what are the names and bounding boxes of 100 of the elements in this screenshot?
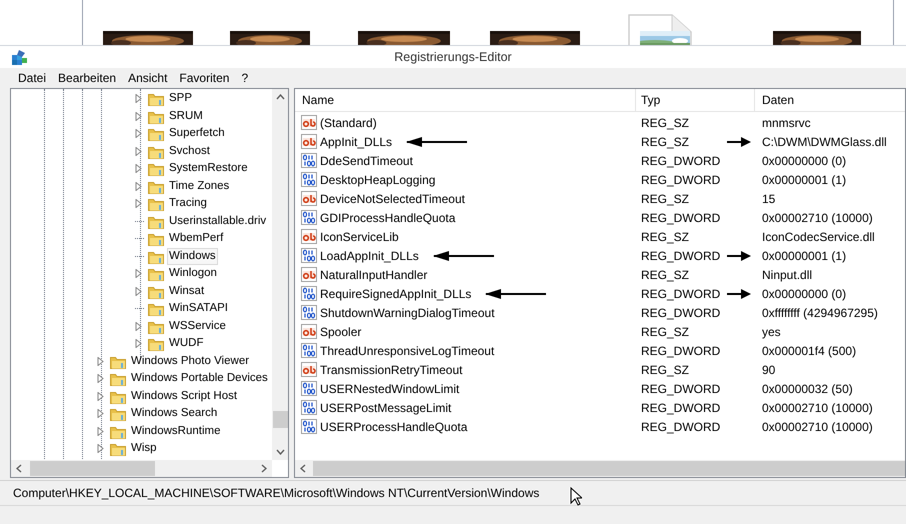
value-name[interactable]: USERNestedWindowLimit <box>320 380 460 398</box>
tree-item[interactable]: WbemPerf <box>167 230 226 248</box>
value-name[interactable]: AppInit_DLLs <box>320 132 392 150</box>
folder-icon <box>110 406 126 422</box>
value-name[interactable]: IconServiceLib <box>320 228 399 246</box>
value-name[interactable]: RequireSignedAppInit_DLLs <box>320 284 472 302</box>
tree-item[interactable]: Time Zones <box>167 178 232 195</box>
expand-icon[interactable] <box>135 182 142 191</box>
folder-icon <box>148 266 164 282</box>
expand-icon[interactable] <box>135 164 142 174</box>
value-name[interactable]: USERProcessHandleQuota <box>320 418 468 436</box>
binary-value-icon <box>301 210 317 225</box>
menu-item[interactable]: Favoriten <box>173 69 236 87</box>
value-type: REG_SZ <box>641 230 690 244</box>
tree-item[interactable]: Wisp <box>129 440 159 458</box>
menu-item[interactable]: Bearbeiten <box>52 69 122 87</box>
binary-value-icon <box>301 305 317 320</box>
tree-item[interactable]: WindowsRuntime <box>129 422 222 440</box>
tree-item[interactable]: Windows Script Host <box>129 388 240 405</box>
value-type: REG_DWORD <box>641 286 720 300</box>
scroll-left-icon[interactable] <box>300 464 306 473</box>
column-header[interactable]: Daten <box>755 89 905 111</box>
value-name[interactable]: ShutdownWarningDialogTimeout <box>320 304 495 322</box>
tree-item[interactable]: Windows Photo Viewer <box>129 352 252 370</box>
scroll-thumb[interactable] <box>273 411 288 428</box>
string-value-icon <box>301 191 317 206</box>
expand-icon[interactable] <box>97 356 104 366</box>
value-name[interactable]: LoadAppInit_DLLs <box>320 246 419 264</box>
value-type: REG_SZ <box>641 192 690 206</box>
folder-icon <box>110 441 126 456</box>
value-data: 0x00000000 (0) <box>762 152 846 170</box>
tree-item[interactable]: Tracing <box>167 195 209 212</box>
tree-item[interactable]: Windows Portable Devices <box>129 370 270 388</box>
scroll-right-icon[interactable] <box>261 464 267 473</box>
tree-item[interactable]: SRUM <box>167 108 205 125</box>
value-name[interactable]: NaturalInputHandler <box>320 266 428 284</box>
tree-item[interactable]: SystemRestore <box>167 160 250 178</box>
string-value-icon <box>301 324 317 339</box>
expand-icon[interactable] <box>135 94 142 104</box>
tree-item[interactable]: Superfetch <box>167 125 227 142</box>
expand-icon[interactable] <box>97 426 104 436</box>
tree-item[interactable]: Svchost <box>167 142 212 160</box>
expand-icon[interactable] <box>135 112 142 121</box>
menu-item[interactable]: Datei <box>12 69 52 87</box>
value-name[interactable]: DdeSendTimeout <box>320 152 413 170</box>
column-header[interactable]: Name <box>295 89 636 111</box>
value-data: yes <box>762 324 781 340</box>
tree-item[interactable]: SPP <box>167 90 194 108</box>
value-data: 0x00002710 (10000) <box>762 400 873 416</box>
tree-item[interactable]: WUDF <box>167 335 206 352</box>
tree-item[interactable]: Windows <box>167 248 218 265</box>
expand-icon[interactable] <box>97 392 104 401</box>
scroll-left-icon[interactable] <box>16 464 22 473</box>
value-name[interactable]: USERPostMessageLimit <box>320 398 452 416</box>
scroll-thumb[interactable] <box>313 461 905 476</box>
expand-icon[interactable] <box>135 339 142 348</box>
value-name[interactable]: (Standard) <box>320 114 377 132</box>
registry-editor-icon <box>11 49 28 65</box>
scroll-up-icon[interactable] <box>276 94 285 100</box>
scroll-down-icon[interactable] <box>276 449 285 455</box>
value-type: REG_DWORD <box>641 344 720 358</box>
value-name[interactable]: ThreadUnresponsiveLogTimeout <box>320 342 494 360</box>
value-type: REG_DWORD <box>641 210 720 224</box>
value-name[interactable]: Spooler <box>320 322 362 340</box>
value-type: REG_SZ <box>641 116 690 130</box>
binary-value-icon <box>301 286 317 301</box>
tree-item[interactable]: WSService <box>167 318 228 335</box>
tree-item[interactable]: Winsat <box>167 282 206 300</box>
column-header[interactable]: Typ <box>636 89 755 111</box>
vertical-scrollbar[interactable] <box>272 89 288 460</box>
expand-icon[interactable] <box>135 129 142 138</box>
tree-item[interactable]: Userinstallable.driv <box>167 212 268 230</box>
expand-icon[interactable] <box>135 322 142 331</box>
value-data: mnmsrvc <box>762 114 811 132</box>
tree-item[interactable]: Windows Search <box>129 405 220 422</box>
value-type: REG_DWORD <box>641 420 720 434</box>
expand-icon[interactable] <box>135 146 142 156</box>
value-name[interactable]: DesktopHeapLogging <box>320 170 436 188</box>
folder-icon <box>148 196 164 212</box>
expand-icon[interactable] <box>135 286 142 296</box>
value-name[interactable]: DeviceNotSelectedTimeout <box>320 190 465 208</box>
tree-item[interactable]: Winlogon <box>167 265 219 282</box>
menu-item[interactable]: ? <box>235 69 254 87</box>
menu-item[interactable]: Ansicht <box>122 69 174 87</box>
value-data: 90 <box>762 362 776 378</box>
expand-icon[interactable] <box>135 199 142 208</box>
value-name[interactable]: GDIProcessHandleQuota <box>320 208 456 226</box>
tree-item[interactable]: WinSATAPI <box>167 300 230 318</box>
mouse-cursor-icon <box>570 487 582 506</box>
expand-icon[interactable] <box>135 269 142 278</box>
value-name[interactable]: TransmissionRetryTimeout <box>320 360 462 378</box>
value-data: 0xffffffff (4294967295) <box>762 304 878 322</box>
value-type: REG_SZ <box>641 268 690 282</box>
expand-icon[interactable] <box>97 374 104 384</box>
scroll-thumb[interactable] <box>30 461 155 476</box>
value-data: C:\DWM\DWMGlass.dll <box>762 134 887 150</box>
expand-icon[interactable] <box>97 444 104 454</box>
value-type: REG_DWORD <box>641 248 720 262</box>
string-value-icon <box>301 115 317 130</box>
expand-icon[interactable] <box>97 409 104 418</box>
